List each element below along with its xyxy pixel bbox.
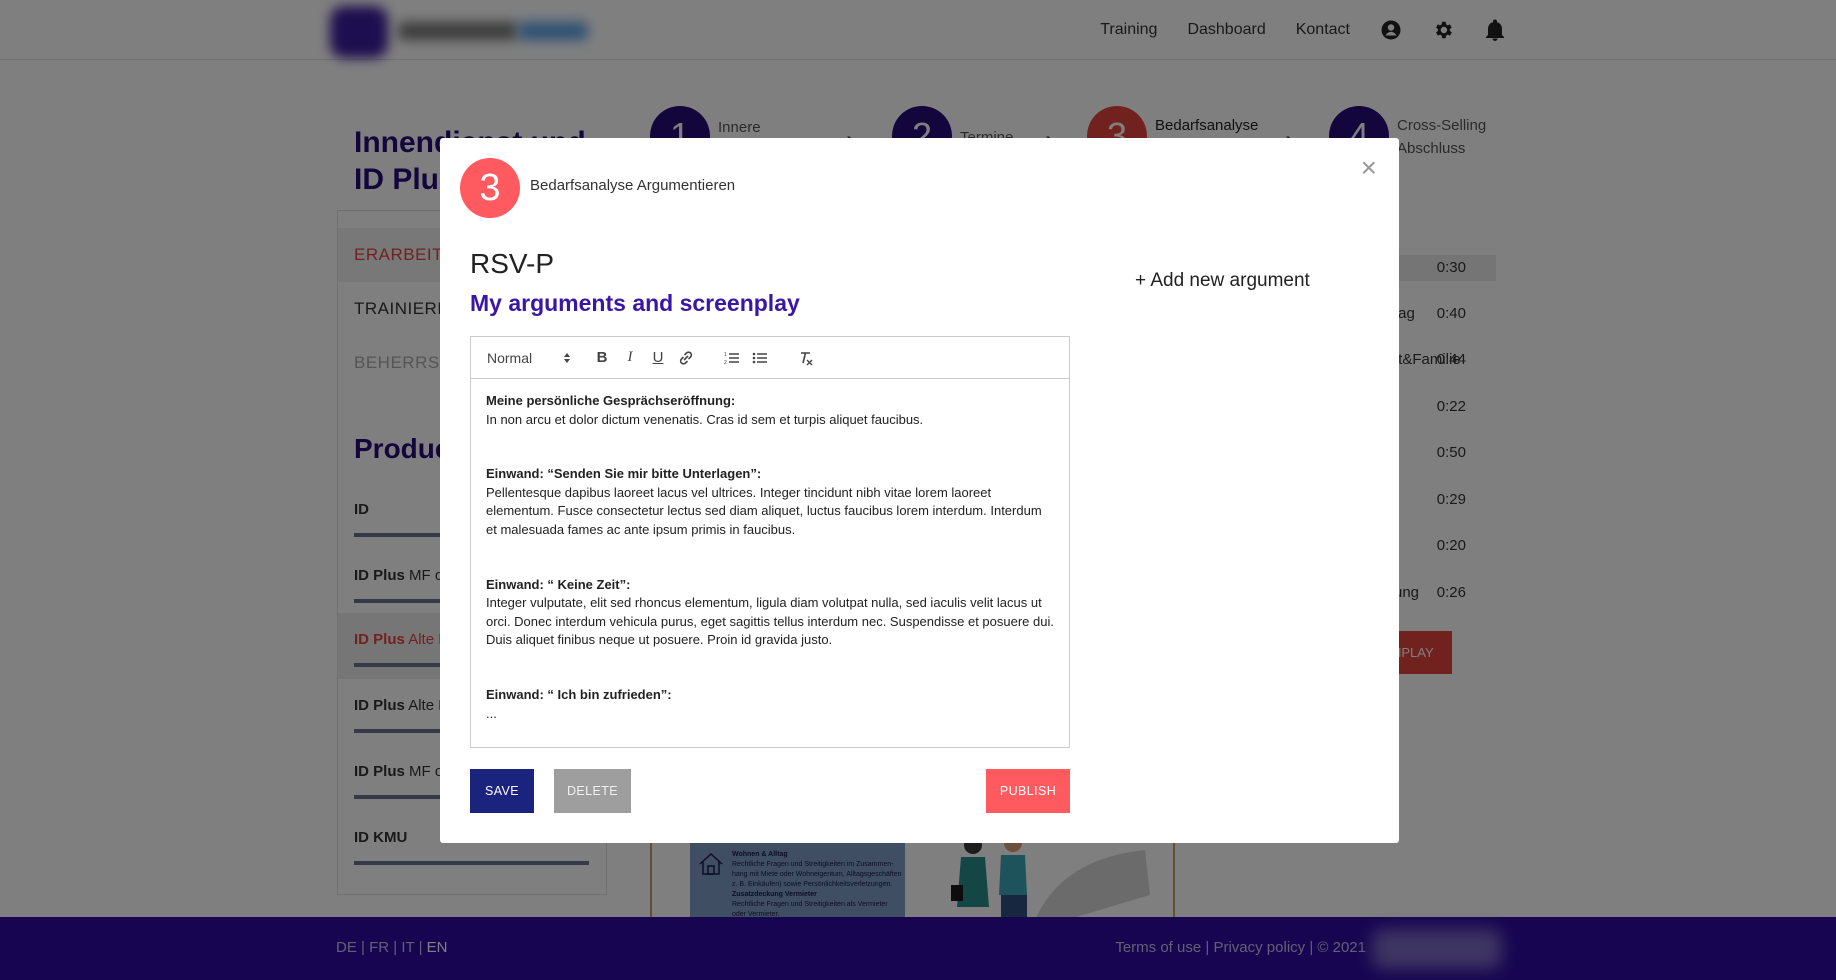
editor-toolbar: Normal B I U 12 (471, 337, 1069, 379)
modal-step-title: Bedarfsanalyse Argumentieren (530, 177, 736, 194)
argument-body: Integer vulputate, elit sed rhoncus elem… (486, 595, 1054, 648)
delete-button[interactable]: DELETE (554, 769, 631, 813)
argument-modal: 3 Bedarfsanalyse Argumentieren × RSV-P M… (440, 138, 1399, 843)
bullet-list-icon[interactable] (749, 347, 771, 369)
add-argument-button[interactable]: + Add new argument (1135, 270, 1310, 292)
rich-text-editor: Normal B I U 12 Meine persönliche Gesprä… (470, 336, 1070, 748)
editor-content[interactable]: Meine persönliche Gesprächseröffnung: In… (471, 379, 1069, 736)
svg-text:1: 1 (724, 352, 727, 358)
argument-heading: Einwand: “Senden Sie mir bitte Unterlage… (486, 466, 762, 482)
format-select[interactable]: Normal (487, 346, 571, 370)
argument-body: Pellentesque dapibus laoreet lacus vel u… (486, 484, 1042, 537)
italic-icon[interactable]: I (619, 347, 641, 369)
argument-heading: Einwand: “ Ich bin zufrieden”: (486, 686, 672, 702)
argument-heading: Meine persönliche Gesprächseröffnung: (486, 393, 736, 408)
argument-heading: Einwand: “ Keine Zeit”: (486, 576, 631, 592)
close-icon[interactable]: × (1361, 152, 1377, 184)
clear-format-icon[interactable] (795, 347, 817, 369)
sort-arrows-icon (564, 352, 570, 363)
save-button[interactable]: SAVE (470, 769, 534, 813)
bold-icon[interactable]: B (591, 347, 613, 369)
modal-step-number: 3 (460, 158, 520, 218)
argument-body: In non arcu et dolor dictum venenatis. C… (486, 411, 924, 427)
ordered-list-icon[interactable]: 12 (721, 347, 743, 369)
underline-icon[interactable]: U (647, 347, 669, 369)
modal-subtitle: My arguments and screenplay (470, 290, 800, 316)
link-icon[interactable] (675, 347, 697, 369)
modal-title: RSV-P (470, 248, 555, 279)
publish-button[interactable]: PUBLISH (986, 769, 1070, 813)
argument-body: ... (486, 705, 497, 721)
svg-text:2: 2 (724, 360, 727, 365)
